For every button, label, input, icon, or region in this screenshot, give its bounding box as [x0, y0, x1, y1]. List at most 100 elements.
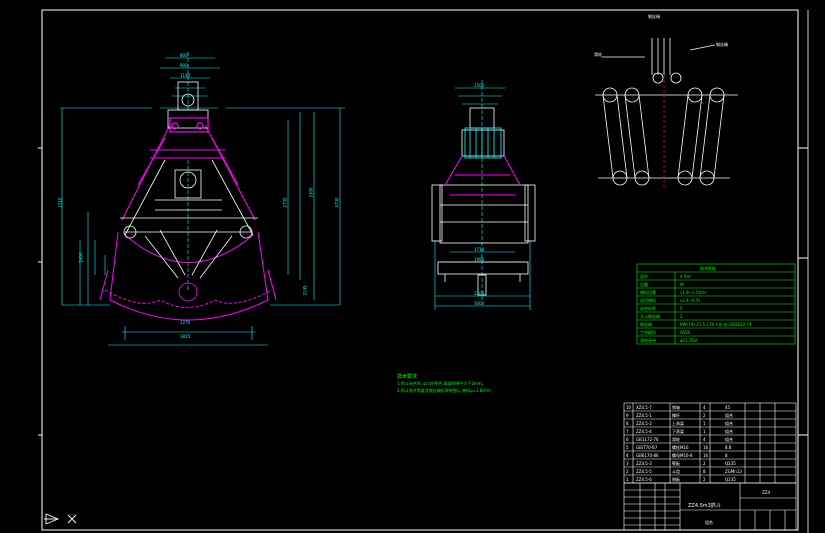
- part-qty: 16: [703, 453, 709, 458]
- reeving-right-label: 钢丝绳: [716, 42, 728, 47]
- part-name: 螺栓M16: [672, 445, 689, 450]
- part-code: ZZ4.5-1: [636, 413, 652, 418]
- part-name: 滑轮: [672, 437, 680, 442]
- part-code: ZZ4.5-5: [636, 469, 652, 474]
- part-qty: 2: [703, 477, 706, 482]
- part-material: ZGMn13: [725, 469, 742, 474]
- part-name: 螺母M16-8: [672, 453, 693, 458]
- spec-key: 物料比重: [640, 290, 656, 295]
- spec-value: 6W(19)-21.5-170-I-光-右-GB1102-74: [680, 322, 752, 327]
- part-no: 10: [626, 405, 632, 410]
- drawing-number: ZZ4: [762, 490, 771, 495]
- part-no: 3: [626, 461, 629, 466]
- dim-label: 2400: [78, 252, 84, 263]
- drawing-frame: [41, 9, 799, 531]
- dim-label: 900: [180, 63, 188, 68]
- part-qty: 2: [703, 461, 706, 466]
- notes-line: 1.抓斗闭合时,斗口应密合,局部间隙不大于2mm。: [397, 381, 486, 386]
- dim-label: 1140: [180, 73, 191, 78]
- reeving-top-label: 钢丝绳: [648, 14, 660, 19]
- part-material: 45: [725, 405, 731, 410]
- notes-line: 2.抓斗张开角度及钢丝绳倍率按图示,装料ρ=1.8t/m³。: [397, 388, 495, 393]
- part-code: GB6170-86: [636, 453, 659, 458]
- part-code: ZZ4.5-3: [636, 461, 652, 466]
- part-name: 斗齿: [672, 469, 680, 474]
- notes-title: 技术要求: [397, 374, 418, 380]
- part-name: 撑杆: [672, 413, 680, 418]
- part-qty: 2: [703, 413, 706, 418]
- part-name: 下承梁: [672, 429, 684, 434]
- cad-viewport[interactable]: { "colors":{"background":"#000000","fram…: [0, 0, 825, 533]
- spec-key: 工作级别: [640, 330, 656, 335]
- part-material: 组合: [725, 437, 733, 442]
- side-view[interactable]: [431, 80, 536, 310]
- part-material: 8: [725, 453, 728, 458]
- part-no: 1: [626, 477, 629, 482]
- spec-key: 适用物料: [640, 298, 656, 303]
- part-qty: 16: [703, 445, 709, 450]
- spec-key: 自重: [640, 282, 648, 287]
- part-qty: 1: [703, 421, 706, 426]
- dim-label: 1710: [474, 247, 485, 252]
- part-material: Q235: [725, 461, 736, 466]
- spec-value: γ1.8~2.5t/m³: [680, 290, 707, 295]
- part-material: Q235: [725, 477, 736, 482]
- dim-label: 2110: [57, 197, 63, 208]
- dim-label: 3815: [180, 334, 191, 339]
- part-no: 6: [626, 437, 629, 442]
- spec-table[interactable]: [636, 263, 796, 345]
- part-no: 4: [626, 453, 629, 458]
- spec-key: 滑轮直径: [640, 338, 656, 343]
- part-qty: 8: [703, 469, 706, 474]
- spec-value: 5: [680, 306, 683, 311]
- spec-key: 容积: [640, 274, 648, 279]
- dim-label: 3000: [474, 301, 485, 306]
- spec-value: γ2.4~6.5t: [680, 298, 701, 303]
- dim-label: 4730: [334, 197, 340, 208]
- part-code: GB1172-76: [636, 437, 659, 442]
- spec-value: φ15.35st: [680, 338, 698, 343]
- part-name: 上承梁: [672, 421, 684, 426]
- part-code: XZ4.5-7: [636, 405, 652, 410]
- dim-label: 1500: [474, 83, 485, 88]
- part-no: 2: [626, 469, 629, 474]
- spec-value: 6t: [680, 282, 685, 287]
- part-code: ZZ4.5-6: [636, 477, 652, 482]
- part-qty: 4: [703, 437, 706, 442]
- part-code: ZZ4.5-4: [636, 429, 652, 434]
- front-view[interactable]: [60, 52, 345, 346]
- part-qty: 1: [703, 429, 706, 434]
- part-code: ZZ4.5-2: [636, 421, 652, 426]
- spec-value: 4.5m³: [680, 274, 692, 279]
- part-qty: 4: [703, 405, 706, 410]
- part-material: 8.8: [725, 445, 732, 450]
- dim-label: 3145: [302, 285, 308, 296]
- part-name: 颚板: [672, 461, 680, 466]
- spec-key: 钢丝绳: [640, 322, 652, 327]
- reeving-diagram[interactable]: [595, 38, 738, 190]
- dim-label: 2270: [180, 320, 191, 325]
- spec-value: A500: [680, 330, 691, 335]
- spec-key: 开斗钢丝绳: [640, 314, 660, 319]
- spec-table-title: 技术性能: [700, 266, 716, 271]
- part-code: GB/T70-87: [636, 445, 658, 450]
- drawing-name: ZZ4.5m3抓斗: [688, 503, 721, 509]
- part-no: 9: [626, 413, 629, 418]
- part-no: 5: [626, 445, 629, 450]
- dim-label: 2735: [282, 197, 288, 208]
- part-no: 7: [626, 429, 629, 434]
- part-no: 8: [626, 421, 629, 426]
- spec-value: 2: [680, 314, 683, 319]
- part-material: 组合: [725, 413, 733, 418]
- dim-label: 800: [180, 53, 188, 58]
- dim-label: 2200: [474, 291, 485, 296]
- part-material: 组合: [725, 421, 733, 426]
- reeving-left-label: 滑轮: [594, 52, 602, 57]
- title-material: 组合: [705, 520, 713, 525]
- part-name: 侧板: [672, 477, 680, 482]
- dim-label: 3300: [308, 187, 314, 198]
- part-material: 组合: [725, 429, 733, 434]
- ucs-icon: [44, 513, 77, 525]
- part-name: 销轴: [672, 405, 680, 410]
- spec-key: 闭合倍率: [640, 306, 656, 311]
